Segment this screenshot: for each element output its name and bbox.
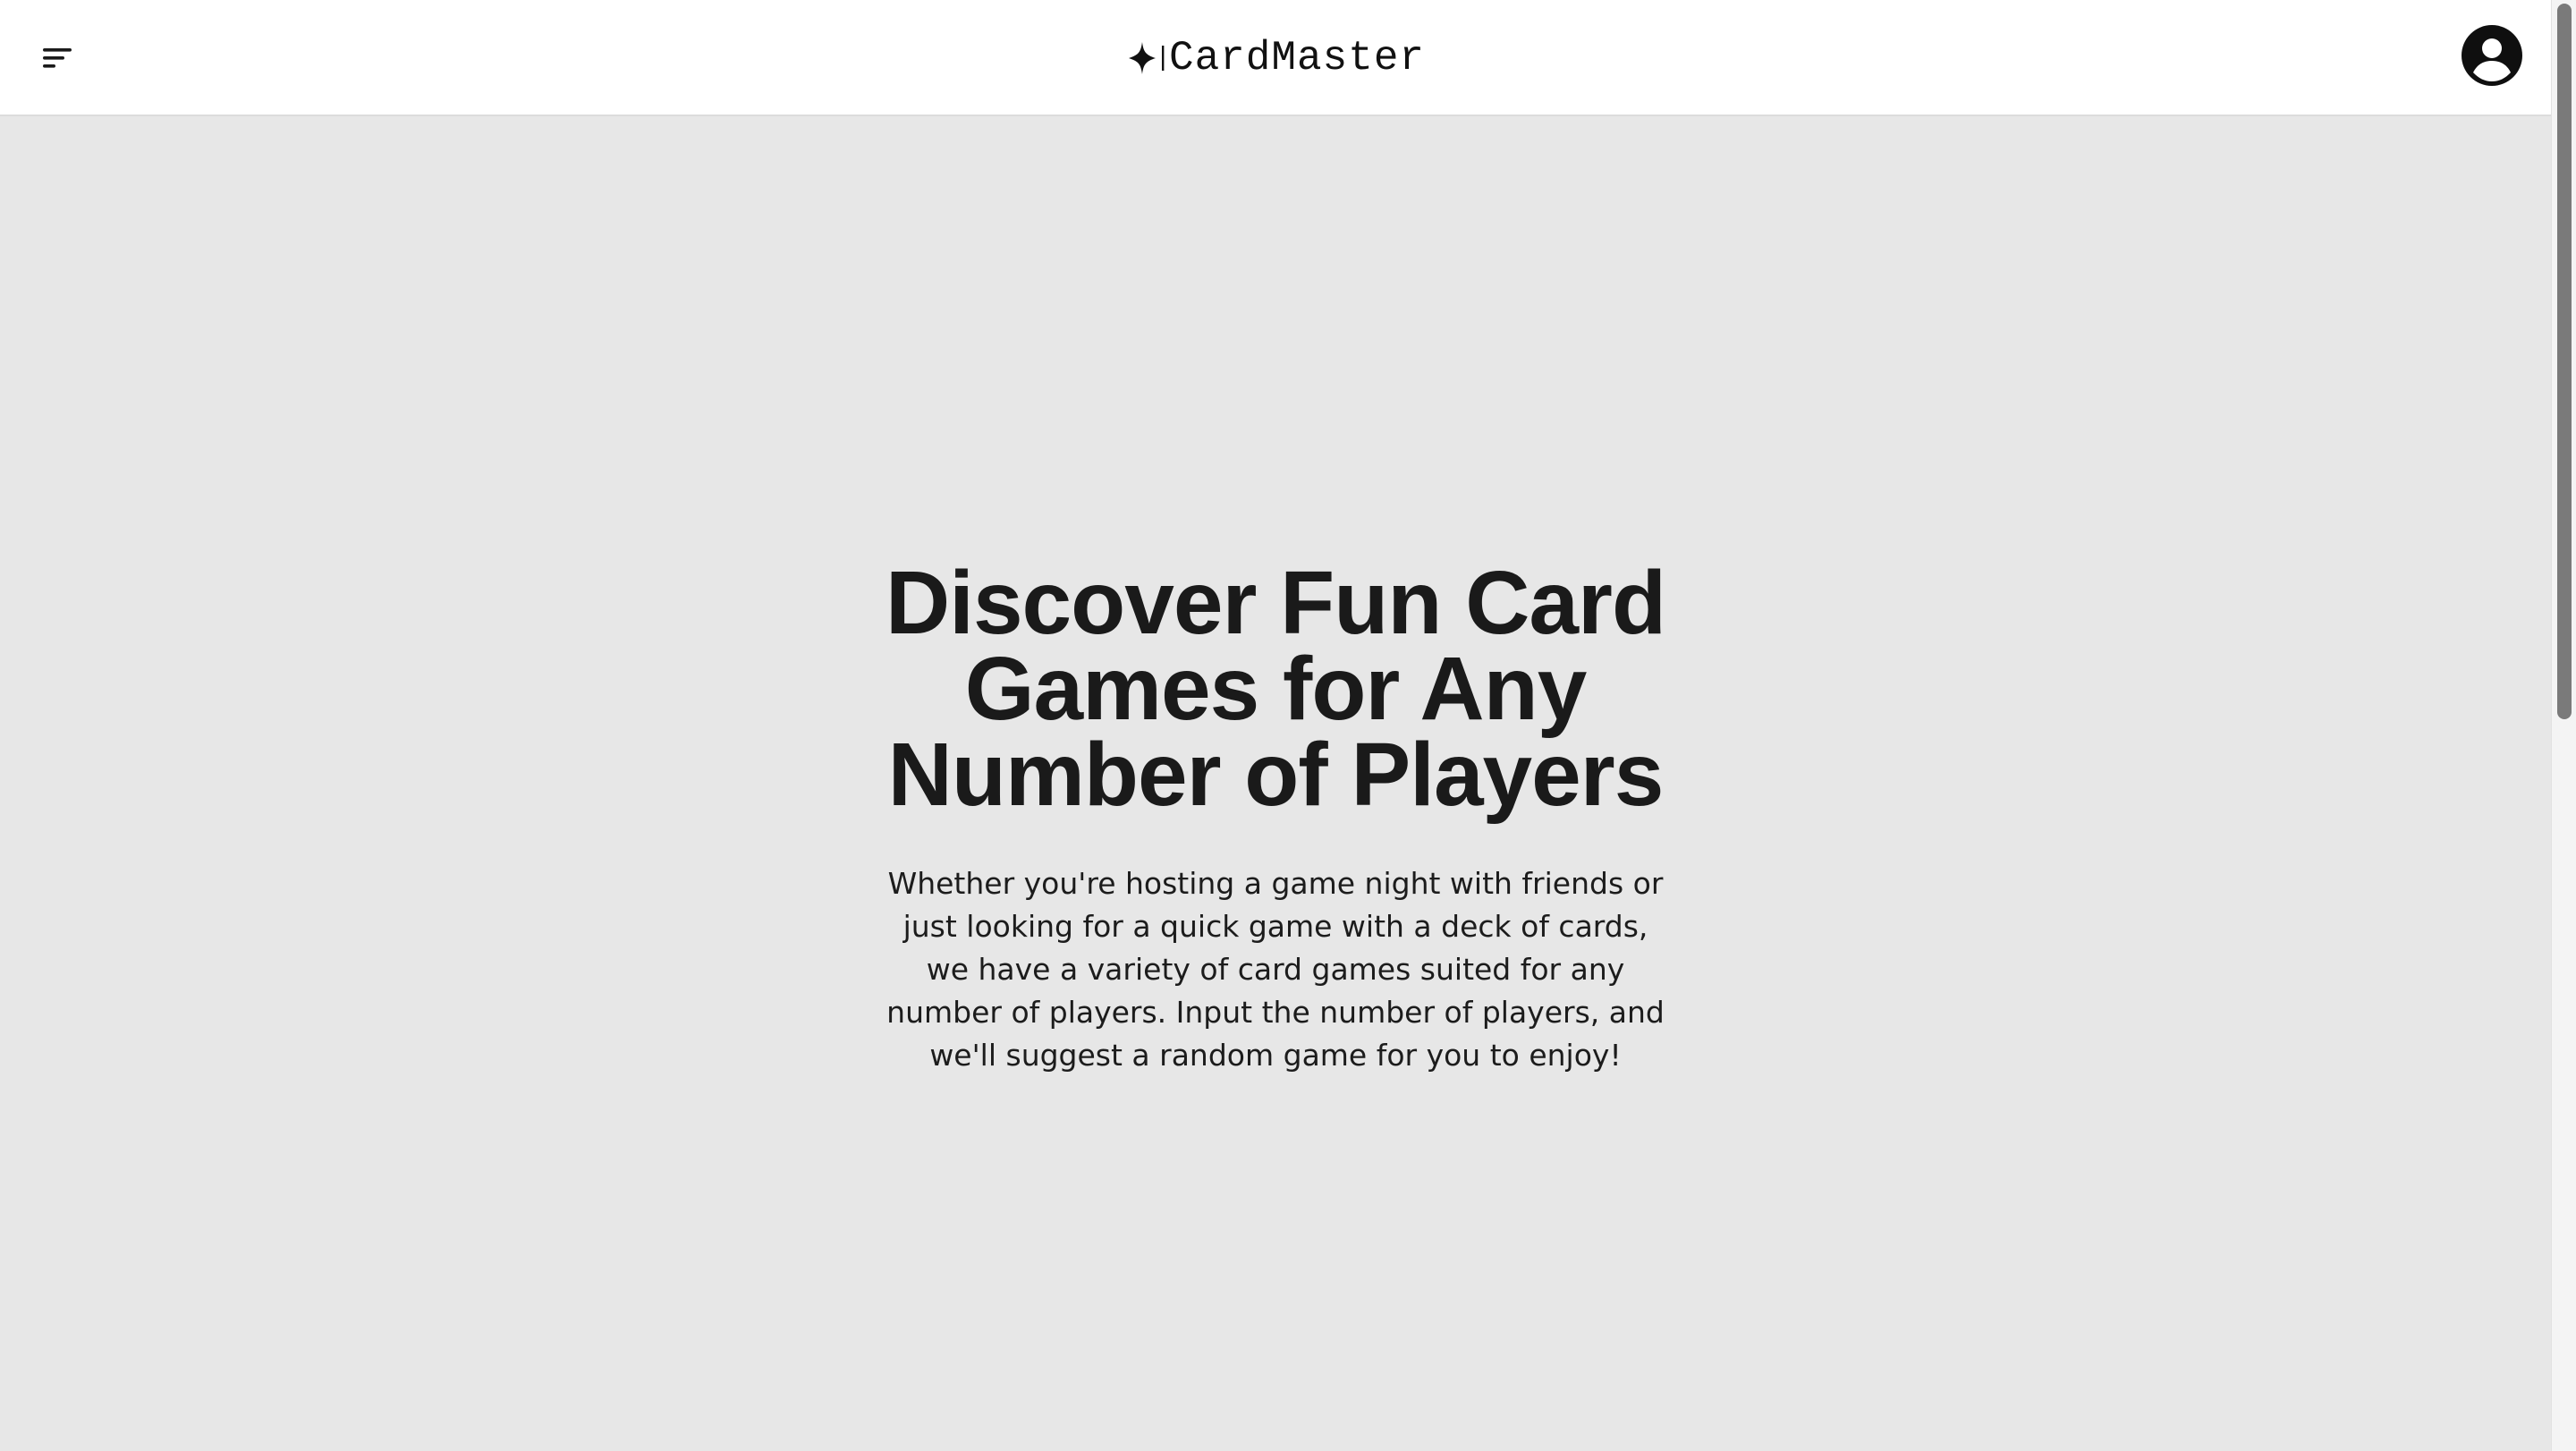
page-scrollbar[interactable]	[2551, 0, 2576, 1451]
hamburger-menu-icon	[36, 39, 79, 75]
hero-section: Discover Fun Card Games for Any Number o…	[873, 553, 1678, 1077]
page: CardMaster Discover Fun Card Games for A…	[0, 0, 2551, 1451]
brand-name: CardMaster	[1168, 35, 1426, 81]
hero-title: Discover Fun Card Games for Any Number o…	[885, 553, 1666, 825]
logo-link[interactable]: CardMaster	[1126, 29, 1425, 88]
user-circle-icon	[2462, 25, 2522, 89]
top-nav-bar: CardMaster	[0, 0, 2551, 116]
menu-button[interactable]	[36, 39, 79, 75]
sparkle-icon	[1126, 38, 1167, 79]
account-button[interactable]	[2462, 25, 2522, 86]
main-content: Discover Fun Card Games for Any Number o…	[0, 116, 2551, 1451]
hero-description: Whether you're hosting a game night with…	[886, 866, 1665, 1073]
scrollbar-thumb[interactable]	[2557, 4, 2572, 719]
